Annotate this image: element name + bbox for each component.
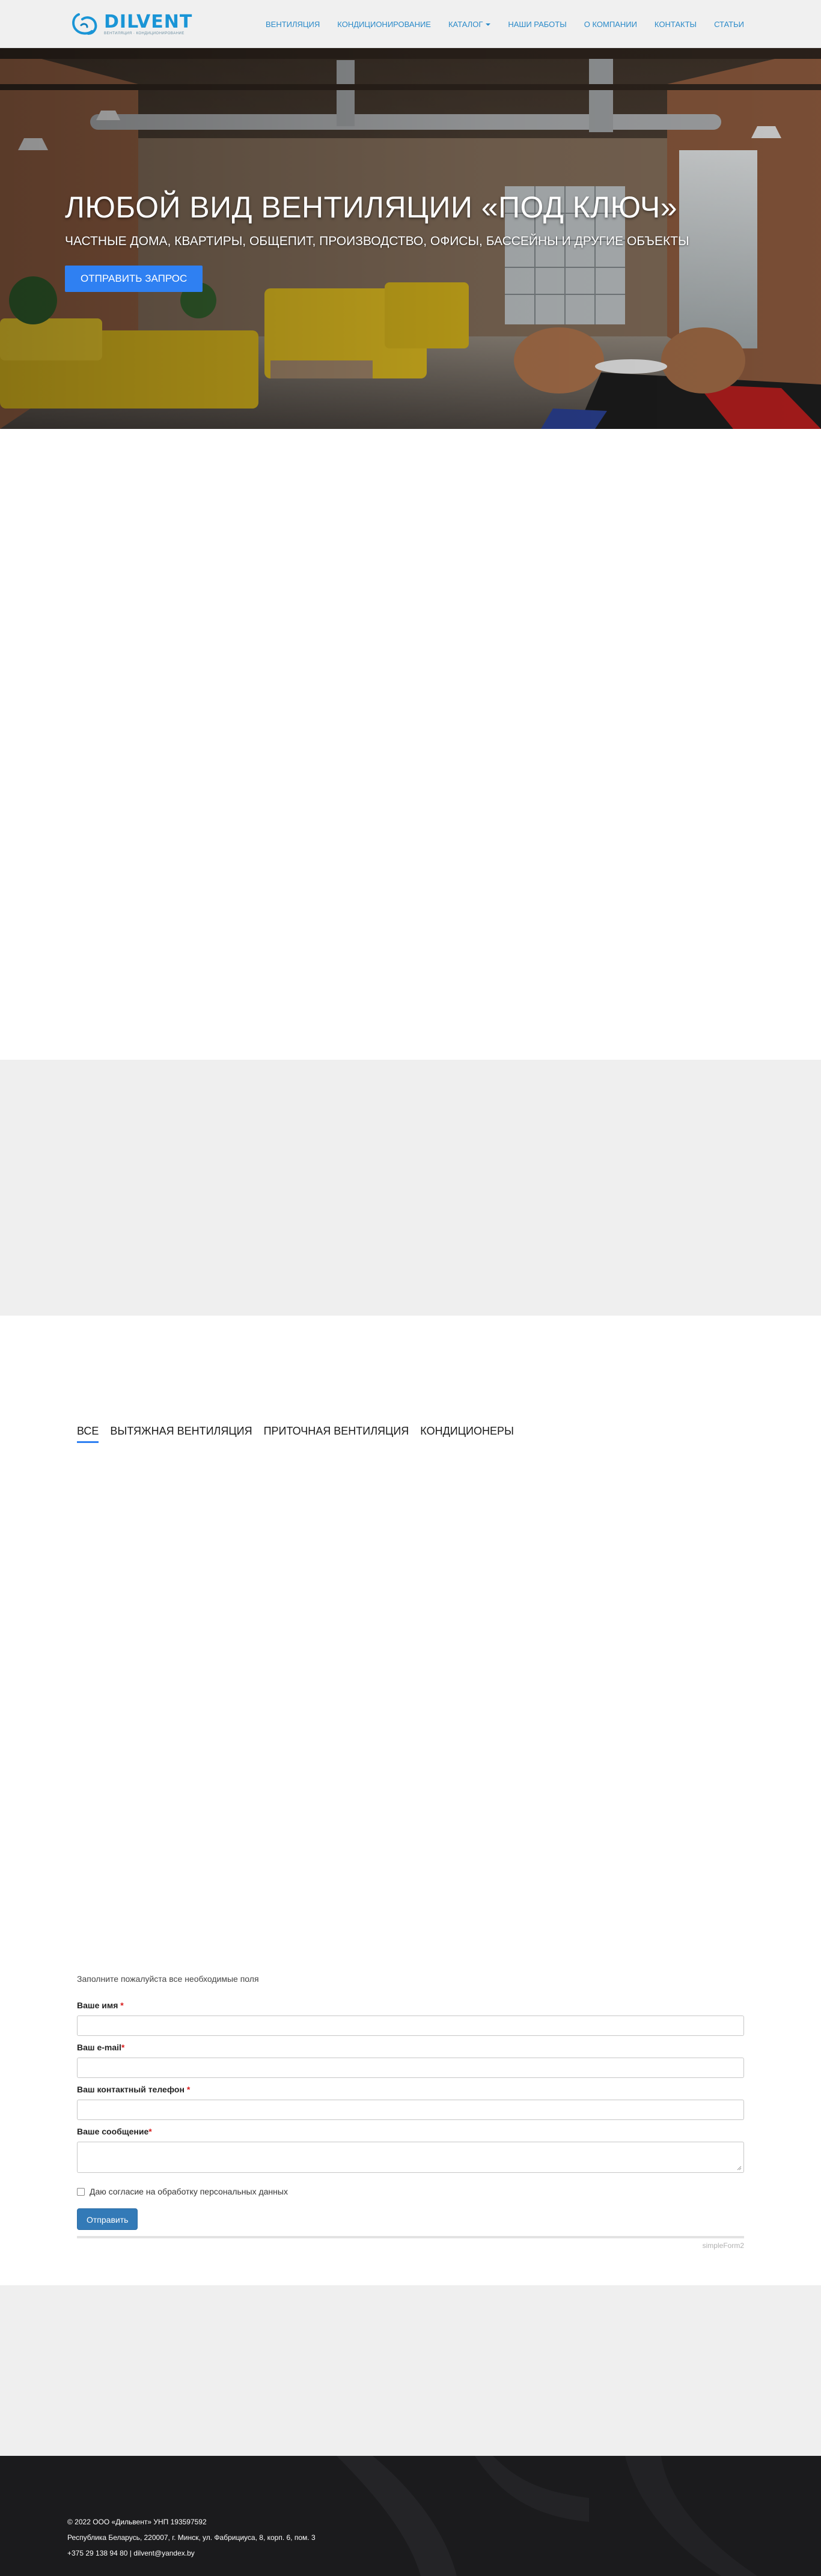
- message-field-group: Ваше сообщение*: [77, 2127, 744, 2173]
- hero-content: ЛЮБОЙ ВИД ВЕНТИЛЯЦИИ «ПОД КЛЮЧ» ЧАСТНЫЕ …: [65, 190, 689, 292]
- main-nav: ВЕНТИЛЯЦИЯ КОНДИЦИОНИРОВАНИЕ КАТАЛОГ НАШ…: [248, 0, 744, 48]
- phone-input[interactable]: [77, 2100, 744, 2120]
- nav-item-about[interactable]: О КОМПАНИИ: [584, 20, 637, 29]
- nav-item-ventilation[interactable]: ВЕНТИЛЯЦИЯ: [266, 20, 320, 29]
- logo-tagline: ВЕНТИЛЯЦИЯ · КОНДИЦИОНИРОВАНИЕ: [104, 31, 185, 35]
- footer-contacts[interactable]: +375 29 138 94 80 | dilvent@yandex.by: [67, 2548, 316, 2558]
- email-input[interactable]: [77, 2058, 744, 2078]
- send-request-button[interactable]: ОТПРАВИТЬ ЗАПРОС: [65, 266, 203, 292]
- message-textarea[interactable]: [77, 2142, 744, 2173]
- submit-button[interactable]: Отправить: [77, 2208, 138, 2230]
- gray-section-map: [0, 2285, 821, 2456]
- email-label-text: Ваш e-mail: [77, 2043, 121, 2052]
- footer-copyright: © 2022 ООО «Дильвент» УНП 193597592: [67, 2518, 207, 2526]
- nav-item-our-works[interactable]: НАШИ РАБОТЫ: [508, 20, 566, 29]
- tab-all[interactable]: ВСЕ: [77, 1425, 99, 1443]
- tab-air-conditioners[interactable]: КОНДИЦИОНЕРЫ: [420, 1425, 514, 1443]
- form-credit[interactable]: simpleForm2: [703, 2241, 744, 2250]
- required-mark: *: [186, 2085, 191, 2094]
- consent-checkbox[interactable]: [77, 2187, 85, 2196]
- footer-info: © 2022 ООО «Дильвент» УНП 193597592 Респ…: [67, 2517, 316, 2564]
- tab-exhaust-ventilation[interactable]: ВЫТЯЖНАЯ ВЕНТИЛЯЦИЯ: [110, 1425, 252, 1443]
- required-mark: *: [148, 2127, 152, 2136]
- site-footer: © 2022 ООО «Дильвент» УНП 193597592 Респ…: [0, 2456, 821, 2576]
- phone-label-text: Ваш контактный телефон: [77, 2085, 185, 2094]
- contact-form: Заполните пожалуйста все необходимые пол…: [77, 1974, 744, 2250]
- hero-section: ЛЮБОЙ ВИД ВЕНТИЛЯЦИИ «ПОД КЛЮЧ» ЧАСТНЫЕ …: [0, 48, 821, 429]
- email-field-group: Ваш e-mail*: [77, 2043, 744, 2078]
- name-field-group: Ваше имя *: [77, 2000, 744, 2036]
- hero-title: ЛЮБОЙ ВИД ВЕНТИЛЯЦИИ «ПОД КЛЮЧ»: [65, 190, 678, 224]
- name-label-text: Ваше имя: [77, 2000, 118, 2010]
- required-mark: *: [120, 2000, 124, 2010]
- phone-field-group: Ваш контактный телефон *: [77, 2085, 744, 2120]
- name-input[interactable]: [77, 2016, 744, 2036]
- portfolio-filter-tabs: ВСЕ ВЫТЯЖНАЯ ВЕНТИЛЯЦИЯ ПРИТОЧНАЯ ВЕНТИЛ…: [77, 1425, 525, 1443]
- nav-item-articles[interactable]: СТАТЬИ: [714, 20, 744, 29]
- gray-section: [0, 1060, 821, 1316]
- name-label: Ваше имя *: [77, 2000, 744, 2010]
- caret-down-icon: [486, 23, 491, 26]
- nav-item-conditioning[interactable]: КОНДИЦИОНИРОВАНИЕ: [337, 20, 431, 29]
- consent-row: Даю согласие на обработку персональных д…: [77, 2187, 288, 2196]
- message-label-text: Ваше сообщение: [77, 2127, 149, 2136]
- form-divider: [77, 2236, 744, 2238]
- site-header: DILVENT ВЕНТИЛЯЦИЯ · КОНДИЦИОНИРОВАНИЕ В…: [0, 0, 821, 48]
- resize-grip-icon[interactable]: [737, 2166, 742, 2170]
- nav-item-catalog[interactable]: КАТАЛОГ: [448, 19, 491, 29]
- message-label: Ваше сообщение*: [77, 2127, 744, 2136]
- logo-swirl-icon: [72, 13, 97, 35]
- phone-label: Ваш контактный телефон *: [77, 2085, 744, 2094]
- email-label: Ваш e-mail*: [77, 2043, 744, 2052]
- nav-item-catalog-label: КАТАЛОГ: [448, 19, 483, 29]
- site-logo[interactable]: DILVENT ВЕНТИЛЯЦИЯ · КОНДИЦИОНИРОВАНИЕ: [70, 8, 193, 40]
- required-mark: *: [121, 2043, 125, 2052]
- logo-name: DILVENT: [104, 11, 193, 32]
- tab-supply-ventilation[interactable]: ПРИТОЧНАЯ ВЕНТИЛЯЦИЯ: [264, 1425, 409, 1443]
- consent-label[interactable]: Даю согласие на обработку персональных д…: [90, 2187, 288, 2196]
- hero-subtitle: ЧАСТНЫЕ ДОМА, КВАРТИРЫ, ОБЩЕПИТ, ПРОИЗВО…: [65, 234, 689, 248]
- footer-address: Республика Беларусь, 220007, г. Минск, у…: [67, 2533, 316, 2542]
- form-note: Заполните пожалуйста все необходимые пол…: [77, 1974, 259, 1984]
- nav-item-contacts[interactable]: КОНТАКТЫ: [655, 20, 697, 29]
